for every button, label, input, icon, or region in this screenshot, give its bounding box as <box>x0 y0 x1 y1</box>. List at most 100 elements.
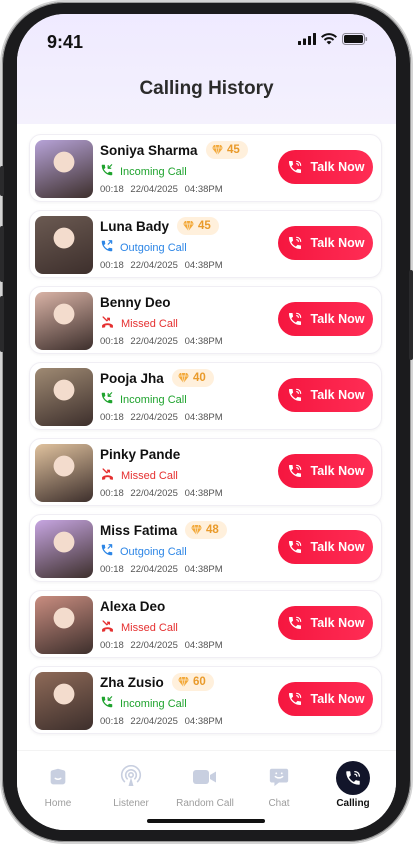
call-date: 22/04/2025 <box>130 336 178 347</box>
call-date: 22/04/2025 <box>130 488 178 499</box>
call-type-label: Incoming Call <box>120 165 187 178</box>
gem-count: 45 <box>198 220 211 232</box>
call-history-item[interactable]: Pinky Pande Missed Call 00:18 22/04/2025… <box>29 438 382 506</box>
phone-call-icon <box>288 540 301 553</box>
call-meta: 00:18 22/04/2025 04:38PM <box>100 716 223 727</box>
phone-call-icon <box>336 761 370 795</box>
nav-item-random-call[interactable]: Random Call <box>167 761 243 809</box>
nav-label: Home <box>44 798 72 809</box>
gem-badge: 45 <box>177 217 219 235</box>
call-type-label: Outgoing Call <box>120 545 187 558</box>
call-time: 04:38PM <box>184 564 223 575</box>
status-time: 9:41 <box>47 32 84 52</box>
bottom-navigation: Home Listener Random Call Chat Calling <box>17 750 396 830</box>
nav-item-chat[interactable]: Chat <box>241 761 317 809</box>
gem-count: 40 <box>193 372 206 384</box>
call-history-item[interactable]: Benny Deo Missed Call 00:18 22/04/2025 0… <box>29 286 382 354</box>
phone-call-icon <box>288 160 301 173</box>
call-time: 04:38PM <box>184 184 223 195</box>
talk-now-label: Talk Now <box>310 160 365 174</box>
nav-label: Calling <box>336 798 370 809</box>
contact-name: Alexa Deo <box>100 599 166 614</box>
call-history-item[interactable]: Luna Bady 45 Outgoing Call 00:18 22/04/2… <box>29 210 382 278</box>
nav-icon-wrap <box>241 761 317 795</box>
call-type: Missed Call <box>100 315 178 332</box>
call-time: 04:38PM <box>184 640 223 651</box>
incoming-call-icon <box>100 695 114 712</box>
nav-label: Listener <box>113 798 149 809</box>
call-history-item[interactable]: Soniya Sharma 45 Incoming Call 00:18 22/… <box>29 134 382 202</box>
call-date: 22/04/2025 <box>130 640 178 651</box>
wifi-icon <box>321 33 337 45</box>
gem-badge: 60 <box>172 673 214 691</box>
talk-now-button[interactable]: Talk Now <box>278 682 373 716</box>
avatar[interactable] <box>35 140 93 198</box>
call-type-label: Missed Call <box>121 621 178 634</box>
call-history-item[interactable]: Zha Zusio 60 Incoming Call 00:18 22/04/2… <box>29 666 382 734</box>
contact-name: Benny Deo <box>100 295 171 310</box>
gem-count: 48 <box>206 524 219 536</box>
diamond-icon <box>183 221 194 231</box>
outgoing-call-icon <box>100 239 114 256</box>
call-meta: 00:18 22/04/2025 04:38PM <box>100 640 223 651</box>
nav-item-listener[interactable]: Listener <box>93 761 169 809</box>
call-time: 04:38PM <box>184 716 223 727</box>
avatar[interactable] <box>35 368 93 426</box>
call-duration: 00:18 <box>100 564 124 575</box>
phone-call-icon <box>288 616 301 629</box>
gem-badge: 40 <box>172 369 214 387</box>
call-history-list: Soniya Sharma 45 Incoming Call 00:18 22/… <box>29 134 382 742</box>
call-time: 04:38PM <box>184 488 223 499</box>
talk-now-button[interactable]: Talk Now <box>278 530 373 564</box>
nav-icon-wrap <box>93 761 169 795</box>
call-date: 22/04/2025 <box>130 716 178 727</box>
gem-badge: 48 <box>185 521 227 539</box>
talk-now-button[interactable]: Talk Now <box>278 378 373 412</box>
listener-icon <box>119 764 143 792</box>
talk-now-button[interactable]: Talk Now <box>278 454 373 488</box>
avatar[interactable] <box>35 216 93 274</box>
call-date: 22/04/2025 <box>130 412 178 423</box>
contact-name: Pooja Jha <box>100 371 164 386</box>
diamond-icon <box>178 373 189 383</box>
nav-icon-wrap <box>167 761 243 795</box>
video-camera-icon <box>192 766 218 791</box>
side-button-volume-down <box>0 296 4 352</box>
contact-name: Luna Bady <box>100 219 170 234</box>
talk-now-button[interactable]: Talk Now <box>278 302 373 336</box>
call-duration: 00:18 <box>100 640 124 651</box>
talk-now-label: Talk Now <box>310 464 365 478</box>
call-type-label: Missed Call <box>121 469 178 482</box>
side-button-volume-up <box>0 226 4 282</box>
call-type: Outgoing Call <box>100 543 187 560</box>
avatar[interactable] <box>35 520 93 578</box>
call-duration: 00:18 <box>100 412 124 423</box>
talk-now-button[interactable]: Talk Now <box>278 606 373 640</box>
screen: 9:41 Calling History Soniya Sharma 45 In… <box>17 14 396 830</box>
avatar[interactable] <box>35 596 93 654</box>
call-meta: 00:18 22/04/2025 04:38PM <box>100 336 223 347</box>
gem-badge: 45 <box>206 141 248 159</box>
talk-now-label: Talk Now <box>310 616 365 630</box>
call-duration: 00:18 <box>100 488 124 499</box>
nav-item-home[interactable]: Home <box>20 761 96 809</box>
avatar[interactable] <box>35 292 93 350</box>
avatar[interactable] <box>35 672 93 730</box>
contact-name: Pinky Pande <box>100 447 181 462</box>
call-history-item[interactable]: Alexa Deo Missed Call 00:18 22/04/2025 0… <box>29 590 382 658</box>
nav-item-calling[interactable]: Calling <box>315 761 391 809</box>
call-history-item[interactable]: Pooja Jha 40 Incoming Call 00:18 22/04/2… <box>29 362 382 430</box>
call-type: Incoming Call <box>100 695 187 712</box>
call-history-item[interactable]: Miss Fatima 48 Outgoing Call 00:18 22/04… <box>29 514 382 582</box>
call-type: Incoming Call <box>100 391 187 408</box>
avatar[interactable] <box>35 444 93 502</box>
call-duration: 00:18 <box>100 184 124 195</box>
call-type-label: Missed Call <box>121 317 178 330</box>
call-type-label: Incoming Call <box>120 697 187 710</box>
talk-now-button[interactable]: Talk Now <box>278 150 373 184</box>
call-meta: 00:18 22/04/2025 04:38PM <box>100 412 223 423</box>
contact-name: Zha Zusio <box>100 675 164 690</box>
call-meta: 00:18 22/04/2025 04:38PM <box>100 184 223 195</box>
talk-now-button[interactable]: Talk Now <box>278 226 373 260</box>
side-button-power <box>409 270 413 360</box>
